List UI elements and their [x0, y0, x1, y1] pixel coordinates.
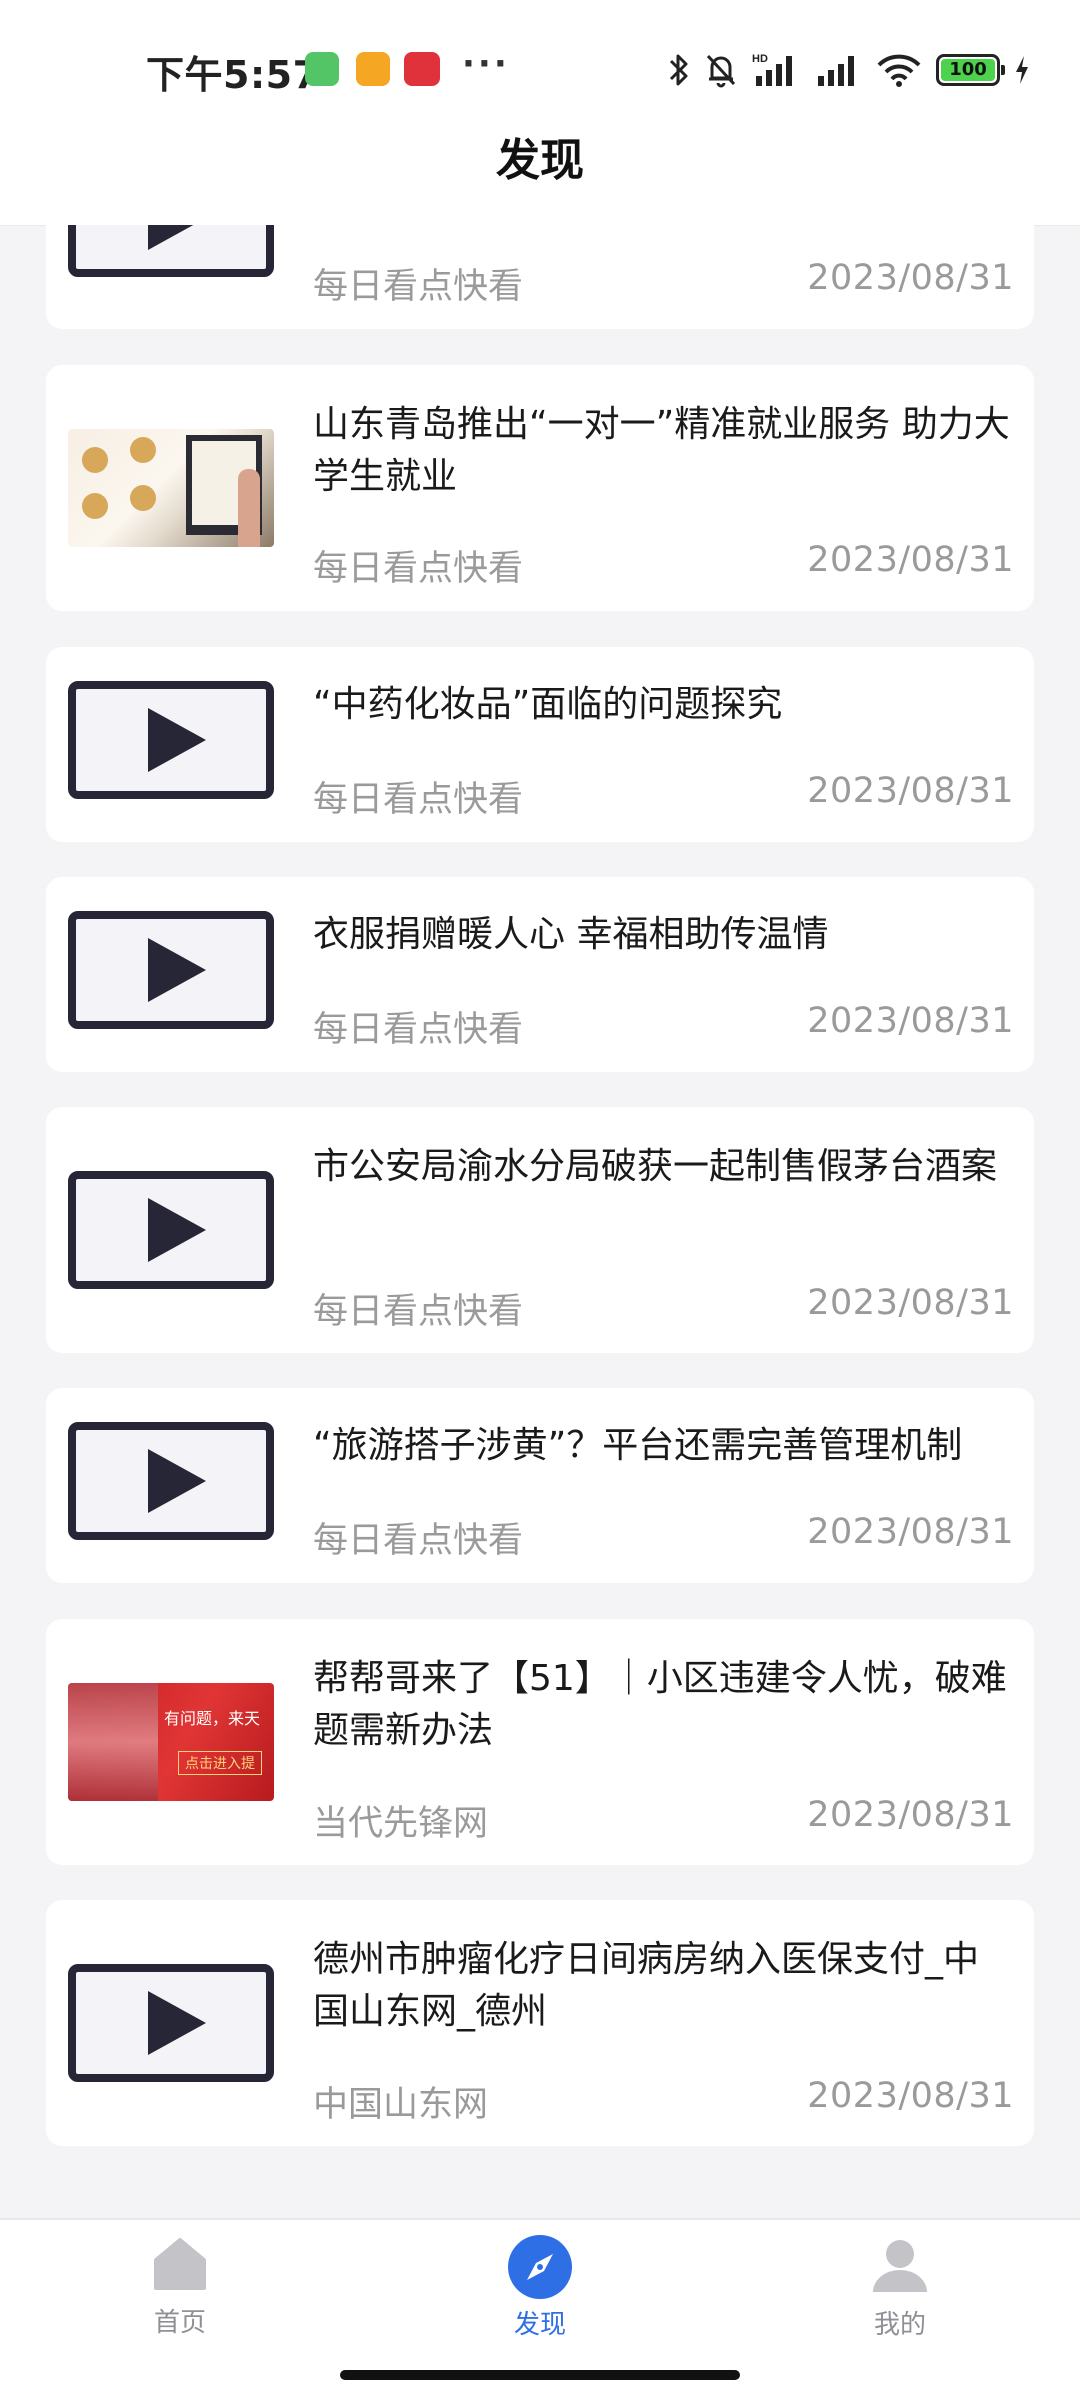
news-card[interactable]: 有问题，来天 点击进入提 帮帮哥来了【51】｜小区违建令人忧，破难题需新办法 当…: [46, 1619, 1034, 1865]
compass-icon: [508, 2235, 572, 2299]
tab-mine[interactable]: 我的: [820, 2234, 980, 2341]
app-notification-icon: [404, 52, 440, 86]
news-source: 每日看点快看: [313, 1521, 524, 1561]
video-thumbnail[interactable]: [68, 681, 274, 799]
news-source: 当代先锋网: [313, 1804, 489, 1844]
video-thumbnail[interactable]: [68, 1171, 274, 1289]
play-icon: [148, 1991, 206, 2055]
play-icon: [148, 938, 206, 1002]
news-title[interactable]: “旅游搭子涉黄”？平台还需完善管理机制: [313, 1420, 1013, 1472]
news-source: 中国山东网: [313, 2085, 489, 2125]
play-icon: [148, 1449, 206, 1513]
page-header: 发现: [0, 100, 1080, 225]
news-date: 2023/08/31: [807, 1512, 1014, 1552]
video-thumbnail[interactable]: [68, 225, 274, 277]
tab-discover-label: 发现: [513, 2310, 566, 2340]
news-source: 每日看点快看: [313, 1010, 524, 1050]
page-title: 发现: [496, 134, 584, 186]
status-time: 下午5:57: [146, 53, 320, 97]
app-notification-icon: [356, 52, 390, 86]
play-icon: [148, 225, 206, 250]
news-date: 2023/08/31: [807, 1795, 1014, 1835]
news-date: 2023/08/31: [807, 1283, 1014, 1323]
news-card[interactable]: 山东青岛推出“一对一”精准就业服务 助力大学生就业 每日看点快看 2023/08…: [46, 365, 1034, 611]
signal-icon: [818, 56, 854, 86]
bluetooth-icon: [669, 54, 688, 86]
play-icon: [148, 1198, 206, 1262]
news-date: 2023/08/31: [807, 771, 1014, 811]
tab-home[interactable]: 首页: [100, 2234, 260, 2339]
video-thumbnail[interactable]: [68, 911, 274, 1029]
tab-mine-label: 我的: [873, 2310, 926, 2340]
news-title[interactable]: “中药化妆品”面临的问题探究: [313, 679, 1013, 731]
video-thumbnail[interactable]: [68, 1422, 274, 1540]
news-title[interactable]: 帮帮哥来了【51】｜小区违建令人忧，破难题需新办法: [313, 1653, 1013, 1757]
bell-muted-icon: [706, 54, 736, 88]
news-date: 2023/08/31: [807, 540, 1014, 580]
news-date: 2023/08/31: [807, 1001, 1014, 1041]
tab-home-label: 首页: [153, 2308, 206, 2338]
news-card[interactable]: 德州市肿瘤化疗日间病房纳入医保支付_中国山东网_德州 中国山东网 2023/08…: [46, 1900, 1034, 2146]
news-title[interactable]: 衣服捐赠暖人心 幸福相助传温情: [313, 909, 1013, 961]
news-source: 每日看点快看: [313, 267, 524, 307]
status-icons: HD 100: [668, 48, 1030, 92]
person-icon: [873, 2240, 927, 2292]
home-icon: [154, 2238, 206, 2290]
news-card[interactable]: 每日看点快看 2023/08/31: [46, 225, 1034, 329]
news-feed[interactable]: 每日看点快看 2023/08/31 山东青岛推出“一对一”精准就业服务 助力大学…: [0, 225, 1080, 2218]
news-title[interactable]: 市公安局渝水分局破获一起制售假茅台酒案: [313, 1141, 1013, 1193]
video-thumbnail[interactable]: [68, 1964, 274, 2082]
news-source: 每日看点快看: [313, 1292, 524, 1332]
more-notifications-icon: ···: [462, 44, 510, 84]
news-title[interactable]: 德州市肿瘤化疗日间病房纳入医保支付_中国山东网_德州: [313, 1934, 1013, 2038]
news-date: 2023/08/31: [807, 258, 1014, 298]
play-icon: [148, 708, 206, 772]
app-notification-icon: [305, 52, 339, 86]
battery-icon: 100: [936, 54, 1005, 86]
charging-icon: [1016, 56, 1028, 84]
tab-discover[interactable]: 发现: [460, 2234, 620, 2341]
battery-level: 100: [941, 59, 995, 81]
news-card[interactable]: 市公安局渝水分局破获一起制售假茅台酒案 每日看点快看 2023/08/31: [46, 1107, 1034, 1353]
hd-signal-icon: HD: [752, 53, 792, 86]
news-source: 每日看点快看: [313, 780, 524, 820]
news-image-thumbnail[interactable]: [68, 429, 274, 547]
news-source: 每日看点快看: [313, 549, 524, 589]
news-date: 2023/08/31: [807, 2076, 1014, 2116]
news-card[interactable]: 衣服捐赠暖人心 幸福相助传温情 每日看点快看 2023/08/31: [46, 877, 1034, 1072]
news-card[interactable]: “旅游搭子涉黄”？平台还需完善管理机制 每日看点快看 2023/08/31: [46, 1388, 1034, 1583]
svg-text:HD: HD: [752, 53, 768, 65]
news-card[interactable]: “中药化妆品”面临的问题探究 每日看点快看 2023/08/31: [46, 647, 1034, 842]
news-image-thumbnail[interactable]: 有问题，来天 点击进入提: [68, 1683, 274, 1801]
home-indicator[interactable]: [340, 2370, 740, 2380]
news-title[interactable]: 山东青岛推出“一对一”精准就业服务 助力大学生就业: [313, 399, 1013, 503]
wifi-icon: [877, 54, 921, 87]
